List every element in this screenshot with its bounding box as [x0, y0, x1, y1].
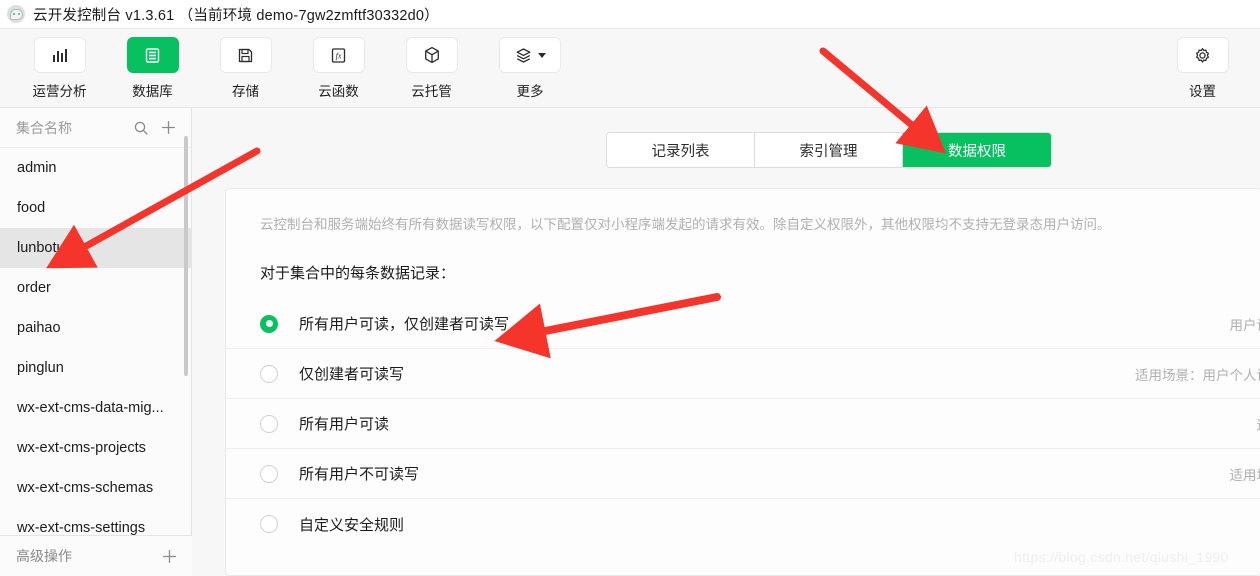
toolbar-label: 更多 — [516, 84, 544, 99]
collection-item[interactable]: food — [0, 188, 191, 228]
toolbar-item-operation-analysis[interactable]: 运营分析 — [28, 37, 91, 100]
save-floppy-icon — [219, 37, 272, 73]
collection-item-label: wx-ext-cms-data-mig... — [17, 400, 164, 416]
tab-label: 记录列表 — [651, 143, 710, 160]
collection-item-label: wx-ext-cms-schemas — [17, 480, 154, 496]
toolbar-item-cloud-hosting[interactable]: 云托管 — [400, 37, 463, 100]
permission-options[interactable]: 所有用户可读，仅创建者可读写用户设仅创建者可读写适用场景：用户个人设所有用户可读… — [226, 299, 1260, 549]
toolbar-label: 数据库 — [132, 84, 173, 99]
tab-label: 索引管理 — [799, 143, 858, 160]
window-title: 云开发控制台 v1.3.61 （当前环境 demo-7gw2zmftf30332… — [33, 7, 439, 24]
collection-item[interactable]: wx-ext-cms-projects — [0, 428, 191, 468]
permission-option-label: 所有用户可读 — [299, 416, 390, 433]
collection-item[interactable]: wx-ext-cms-settings — [0, 508, 191, 535]
app-window: 云开发控制台 v1.3.61 （当前环境 demo-7gw2zmftf30332… — [0, 0, 1260, 576]
permission-option-hint: 适用场景：用户个人设 — [1135, 367, 1260, 383]
permission-option-label: 所有用户可读，仅创建者可读写 — [299, 316, 510, 333]
cube-icon — [405, 37, 458, 73]
radio-button[interactable] — [260, 515, 278, 533]
sidebar-footer[interactable]: 高级操作 — [0, 535, 192, 576]
search-icon[interactable] — [133, 120, 149, 136]
toolbar-label: 存储 — [232, 84, 259, 99]
permission-option-hint: 用户设 — [1229, 317, 1260, 333]
bar-chart-icon — [33, 37, 86, 73]
permission-option-label: 所有用户不可读写 — [299, 466, 420, 483]
permission-option-hint: 适 — [1257, 414, 1260, 434]
collection-item[interactable]: admin — [0, 148, 191, 188]
toolbar-item-more[interactable]: 更多 — [493, 37, 567, 100]
layers-icon — [499, 37, 561, 73]
toolbar-item-settings[interactable]: 设置 — [1171, 37, 1234, 100]
gear-icon — [1176, 37, 1229, 73]
toolbar-item-cloud-functions[interactable]: fx 云函数 — [307, 37, 370, 100]
collection-item-label: food — [17, 200, 46, 216]
collection-item[interactable]: wx-ext-cms-data-mig... — [0, 388, 191, 428]
collection-item-label: order — [17, 280, 51, 296]
content-tabs[interactable]: 记录列表 索引管理 数据权限 — [606, 132, 1052, 168]
collection-item[interactable]: paihao — [0, 308, 191, 348]
tab-2[interactable]: 数据权限 — [903, 133, 1051, 167]
svg-text:fx: fx — [336, 51, 342, 60]
plus-icon[interactable] — [161, 548, 178, 565]
collection-item[interactable]: wx-ext-cms-schemas — [0, 468, 191, 508]
collection-item[interactable]: lunbotu — [0, 228, 191, 268]
permission-option-label: 自定义安全规则 — [299, 516, 405, 534]
plus-icon[interactable] — [160, 119, 177, 136]
permission-option-hint: 适用场 — [1229, 467, 1260, 483]
radio-button[interactable] — [260, 314, 278, 333]
collection-item-label: paihao — [17, 320, 61, 336]
toolbar-label: 设置 — [1189, 84, 1216, 99]
main-toolbar: 运营分析 数据库 存储 fx 云函数 云托管 更多 设置 — [0, 29, 1260, 108]
collection-item-label: lunbotu — [17, 240, 65, 256]
radio-button[interactable] — [260, 464, 278, 483]
sidebar-title: 集合名称 — [16, 119, 72, 136]
wechat-bubble-icon — [7, 5, 25, 23]
fx-function-icon: fx — [312, 37, 365, 73]
permission-option-row[interactable]: 仅创建者可读写 适用场景：用户个人设 — [226, 349, 1260, 399]
permission-option-row[interactable]: 自定义安全规则 — [226, 499, 1260, 549]
permission-option-row[interactable]: 所有用户不可读写 适用场 — [226, 449, 1260, 499]
permission-option-label: 仅创建者可读写 — [299, 366, 405, 383]
permission-subtitle: 对于集合中的每条数据记录： — [260, 265, 456, 282]
collection-list[interactable]: admin food lunbotu order paihao pinglun wx-ext… — [0, 148, 191, 535]
permission-option-row[interactable]: 所有用户可读 适 — [226, 399, 1260, 449]
collection-sidebar: 集合名称 admin food lunbotu order paihao pinglun w… — [0, 108, 192, 576]
toolbar-item-storage[interactable]: 存储 — [214, 37, 277, 100]
collection-item-label: pinglun — [17, 360, 64, 376]
collection-item-label: wx-ext-cms-settings — [17, 520, 146, 535]
tab-0[interactable]: 记录列表 — [607, 133, 755, 167]
toolbar-label: 运营分析 — [32, 84, 87, 99]
sidebar-header: 集合名称 — [0, 108, 191, 148]
title-bar: 云开发控制台 v1.3.61 （当前环境 demo-7gw2zmftf30332… — [0, 0, 1260, 29]
radio-button[interactable] — [260, 414, 278, 433]
collection-item-label: wx-ext-cms-projects — [17, 440, 146, 456]
permission-option-row[interactable]: 所有用户可读，仅创建者可读写 用户设 — [226, 299, 1260, 349]
permission-description: 云控制台和服务端始终有所有数据读写权限，以下配置仅对小程序端发起的请求有效。除自… — [260, 217, 1111, 232]
chevron-down-icon — [538, 52, 546, 58]
toolbar-label: 云托管 — [411, 84, 452, 99]
database-icon — [126, 37, 179, 73]
main-content: 记录列表 索引管理 数据权限 云控制台和服务端始终有所有数据读写权限，以下配置仅对小… — [192, 108, 1260, 576]
tab-1[interactable]: 索引管理 — [755, 133, 903, 167]
toolbar-item-database[interactable]: 数据库 — [121, 37, 184, 100]
advanced-operations-label: 高级操作 — [16, 548, 72, 564]
collection-item[interactable]: pinglun — [0, 348, 191, 388]
radio-button[interactable] — [260, 364, 278, 383]
watermark: https://blog.csdn.net/qiushi_1990 — [1014, 549, 1229, 565]
toolbar-label: 云函数 — [318, 84, 359, 99]
permission-panel: 云控制台和服务端始终有所有数据读写权限，以下配置仅对小程序端发起的请求有效。除自… — [225, 188, 1260, 576]
tab-label: 数据权限 — [948, 143, 1006, 160]
collection-item[interactable]: order — [0, 268, 191, 308]
sidebar-scrollbar[interactable] — [184, 136, 188, 376]
collection-item-label: admin — [17, 160, 57, 176]
